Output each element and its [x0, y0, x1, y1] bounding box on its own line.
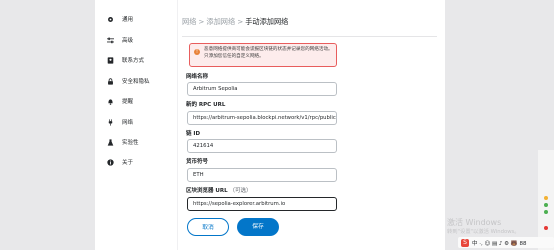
- explorer-url-input[interactable]: https://sepolia-explorer.arbitrum.io: [187, 197, 337, 211]
- sidebar-item-about[interactable]: 关于: [107, 156, 133, 168]
- add-network-form: 网络 > 添加网络 > 手动添加网络 ! 恶意网络提供商可能会谎报区块链的状态并记录您的…: [182, 0, 437, 250]
- breadcrumb: 网络 > 添加网络 > 手动添加网络: [182, 17, 288, 27]
- sidebar-item-label: 高级: [122, 38, 134, 44]
- save-button[interactable]: 保存: [237, 218, 279, 236]
- warning-icon: !: [194, 49, 200, 55]
- ime-logo-icon: S: [461, 238, 469, 247]
- plug-icon: [108, 118, 113, 126]
- sidebar-item-networks[interactable]: 网络: [107, 116, 133, 128]
- ime-status-text: 中 ·, ☺ ▤ ♪ ⚙ 🐻 88: [472, 240, 527, 247]
- network-name-label: 网络名称: [186, 74, 209, 80]
- windows-activation-subtitle: 转到"设置"以激活 Windows。: [447, 229, 520, 235]
- info-icon: [107, 158, 114, 166]
- page-title: 手动添加网络: [245, 17, 289, 26]
- sidebar-item-security[interactable]: 安全和隐私: [107, 75, 150, 87]
- bell-icon: [108, 98, 113, 105]
- sidebar-item-label: 提醒: [122, 99, 134, 105]
- breadcrumb-add-network[interactable]: 添加网络: [206, 17, 235, 26]
- chain-id-label: 链 ID: [186, 131, 201, 137]
- sidebar-item-label: 安全和隐私: [122, 79, 150, 85]
- contact-book-icon: [107, 56, 114, 64]
- optional-hint: （可选）: [229, 188, 252, 194]
- settings-sidebar: 通用 高级 联系方式 安全和隐私 提醒 网络 实验性 关于: [95, 0, 177, 250]
- explorer-url-label-text: 区块浏览器 URL: [186, 188, 228, 194]
- breadcrumb-networks[interactable]: 网络: [182, 17, 196, 26]
- sliders-icon: [107, 37, 114, 43]
- sidebar-item-advanced[interactable]: 高级: [107, 34, 133, 46]
- sidebar-item-label: 关于: [122, 160, 134, 166]
- rpc-url-label: 新的 RPC URL: [186, 102, 226, 108]
- gear-icon: [108, 16, 113, 22]
- status-dot-green: [544, 210, 548, 214]
- chain-id-input[interactable]: 421614: [187, 139, 337, 153]
- warning-text: 恶意网络提供商可能会谎报区块链的状态并记录您的网络活动。只添加您信任的自定义网络…: [204, 47, 333, 59]
- network-name-input[interactable]: Arbitrum Sepolia: [187, 82, 337, 96]
- cancel-button[interactable]: 取消: [187, 218, 229, 236]
- side-toolbar: [538, 150, 554, 250]
- explorer-url-label: 区块浏览器 URL （可选）: [186, 186, 252, 194]
- status-dot-green: [544, 203, 548, 207]
- sidebar-divider: [177, 0, 178, 250]
- header-divider: [182, 36, 437, 37]
- currency-symbol-label: 货币符号: [186, 159, 209, 165]
- sidebar-item-label: 联系方式: [122, 58, 145, 64]
- sidebar-item-general[interactable]: 通用: [107, 13, 133, 25]
- status-dot-yellow: [544, 196, 548, 200]
- settings-panel: 通用 高级 联系方式 安全和隐私 提醒 网络 实验性 关于 网络 > 添加网络 …: [95, 0, 445, 250]
- currency-symbol-input[interactable]: ETH: [187, 168, 337, 182]
- sidebar-item-contacts[interactable]: 联系方式: [107, 54, 144, 66]
- breadcrumb-separator: >: [237, 17, 244, 26]
- security-warning-banner: ! 恶意网络提供商可能会谎报区块链的状态并记录您的网络活动。只添加您信任的自定义…: [189, 43, 337, 67]
- rpc-url-input[interactable]: https://arbitrum-sepolia.blockpi.network…: [187, 111, 337, 125]
- sidebar-item-label: 通用: [122, 17, 134, 23]
- lock-icon: [108, 77, 113, 85]
- flask-icon: [107, 138, 114, 146]
- ime-toolbar[interactable]: S 中 ·, ☺ ▤ ♪ ⚙ 🐻 88: [458, 237, 554, 248]
- status-dot-red: [544, 226, 548, 230]
- sidebar-item-label: 实验性: [122, 140, 139, 146]
- sidebar-item-alerts[interactable]: 提醒: [107, 95, 133, 107]
- sidebar-item-experimental[interactable]: 实验性: [107, 136, 139, 148]
- breadcrumb-separator: >: [198, 17, 205, 26]
- sidebar-item-label: 网络: [122, 120, 134, 126]
